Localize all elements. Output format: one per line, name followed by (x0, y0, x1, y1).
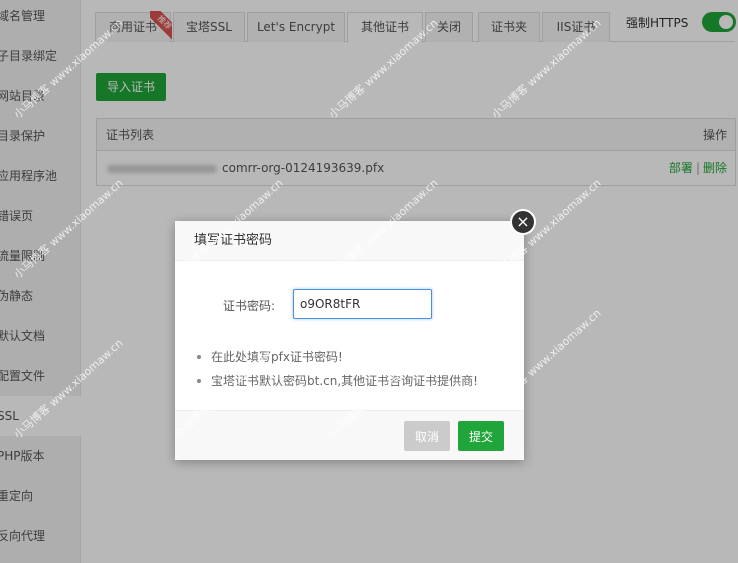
close-icon[interactable]: × (510, 209, 536, 235)
cert-password-dialog: 填写证书密码 × 证书密码: 在此处填写pfx证书密码! 宝塔证书默认密码bt.… (175, 209, 536, 460)
dialog-footer: 取消 提交 (175, 410, 524, 460)
tip-item: 在此处填写pfx证书密码! (197, 345, 507, 369)
cert-password-input[interactable] (293, 289, 432, 319)
submit-button[interactable]: 提交 (458, 421, 504, 451)
cancel-button[interactable]: 取消 (404, 421, 450, 451)
dialog-title: 填写证书密码 (175, 221, 524, 261)
tip-item: 宝塔证书默认密码bt.cn,其他证书咨询证书提供商! (197, 369, 507, 393)
password-label: 证书密码: (223, 299, 276, 313)
tips-list: 在此处填写pfx证书密码! 宝塔证书默认密码bt.cn,其他证书咨询证书提供商! (197, 345, 507, 393)
